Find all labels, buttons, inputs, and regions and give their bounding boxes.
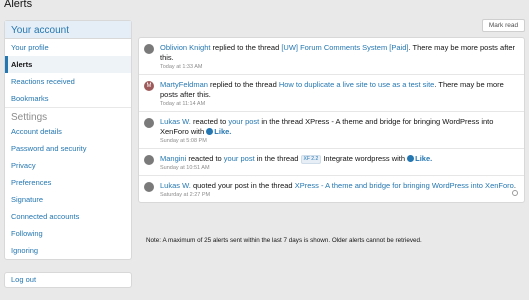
alert-item[interactable]: M MartyFeldman replied to the thread How…	[139, 75, 524, 112]
sidebar-item-your-profile[interactable]: Your profile	[5, 39, 131, 56]
sidebar-item-alerts[interactable]: Alerts	[5, 56, 131, 73]
alert-text: Mangini reacted to your post in the thre…	[160, 154, 518, 164]
avatar[interactable]	[144, 182, 154, 192]
sidebar-item-bookmarks[interactable]: Bookmarks	[5, 90, 131, 107]
alert-thread-link[interactable]: [UW] Forum Comments System [Paid]	[281, 43, 408, 52]
alert-text-part: Integrate wordpress with	[321, 154, 408, 163]
avatar[interactable]: M	[144, 81, 154, 91]
sidebar-item-reactions-received[interactable]: Reactions received	[5, 73, 131, 90]
alert-text-part: replied to the thread	[210, 43, 282, 52]
alert-item[interactable]: Oblivion Knight replied to the thread [U…	[139, 38, 524, 75]
account-sidebar: Your account Your profile Alerts Reactio…	[4, 20, 132, 260]
like-icon	[206, 128, 214, 135]
alert-text-part: reacted to	[190, 117, 229, 126]
alert-item[interactable]: Mangini reacted to your post in the thre…	[139, 149, 524, 176]
alert-text-part: in the thread	[254, 154, 301, 163]
alert-post-link[interactable]: your post	[224, 154, 255, 163]
alert-text-part: .	[513, 181, 516, 190]
like-icon	[407, 155, 415, 162]
reaction-label: Like.	[214, 127, 232, 136]
alert-user-link[interactable]: MartyFeldman	[160, 80, 208, 89]
alert-text: Lukas W. reacted to your post in the thr…	[160, 117, 518, 137]
sidebar-item-password-security[interactable]: Password and security	[5, 140, 131, 157]
mark-read-button[interactable]: Mark read	[482, 19, 525, 32]
sidebar-item-connected-accounts[interactable]: Connected accounts	[5, 208, 131, 225]
alert-thread-link[interactable]: XPress - A theme and bridge for bringing…	[295, 181, 514, 190]
alert-post-link[interactable]: your post	[228, 117, 259, 126]
sidebar-item-ignoring[interactable]: Ignoring	[5, 242, 131, 259]
alert-text: Lukas W. quoted your post in the thread …	[160, 181, 518, 191]
reaction-label: Like.	[415, 154, 433, 163]
alert-user-link[interactable]: Lukas W.	[160, 117, 191, 126]
sidebar-item-signature[interactable]: Signature	[5, 191, 131, 208]
page-title: Alerts	[4, 0, 33, 10]
alert-user-link[interactable]: Oblivion Knight	[160, 43, 210, 52]
alert-time: Sunday at 10:51 AM	[160, 165, 210, 171]
alert-item[interactable]: Lukas W. reacted to your post in the thr…	[139, 112, 524, 149]
version-badge: XF 2.2	[300, 155, 322, 164]
alerts-list: Oblivion Knight replied to the thread [U…	[138, 37, 525, 203]
alert-thread-link[interactable]: How to duplicate a live site to use as a…	[279, 80, 435, 89]
alert-time: Today at 11:14 AM	[160, 101, 206, 107]
alert-text: Oblivion Knight replied to the thread [U…	[160, 43, 518, 63]
avatar[interactable]	[144, 118, 154, 128]
avatar[interactable]	[144, 44, 154, 54]
sidebar-header-settings: Settings	[5, 107, 131, 123]
sidebar-header-account: Your account	[5, 21, 131, 39]
logout-link[interactable]: Log out	[5, 273, 131, 287]
alert-text-part: replied to the thread	[207, 80, 279, 89]
alert-time: Sunday at 5:08 PM	[160, 138, 207, 144]
alert-time: Today at 1:33 AM	[160, 64, 203, 70]
avatar[interactable]	[144, 155, 154, 165]
sidebar-item-preferences[interactable]: Preferences	[5, 174, 131, 191]
mark-unread-toggle[interactable]	[512, 190, 518, 196]
sidebar-item-privacy[interactable]: Privacy	[5, 157, 131, 174]
alert-user-link[interactable]: Lukas W.	[160, 181, 191, 190]
sidebar-item-following[interactable]: Following	[5, 225, 131, 242]
alert-item[interactable]: Lukas W. quoted your post in the thread …	[139, 176, 524, 202]
alert-text: MartyFeldman replied to the thread How t…	[160, 80, 518, 100]
sidebar-item-account-details[interactable]: Account details	[5, 123, 131, 140]
alert-user-link[interactable]: Mangini	[160, 154, 186, 163]
alerts-note: Note: A maximum of 25 alerts sent within…	[146, 237, 422, 244]
alert-text-part: reacted to	[186, 154, 224, 163]
alert-text-part: quoted your post in the thread	[190, 181, 295, 190]
alert-time: Saturday at 2:27 PM	[160, 192, 211, 198]
logout-box: Log out	[4, 272, 132, 288]
